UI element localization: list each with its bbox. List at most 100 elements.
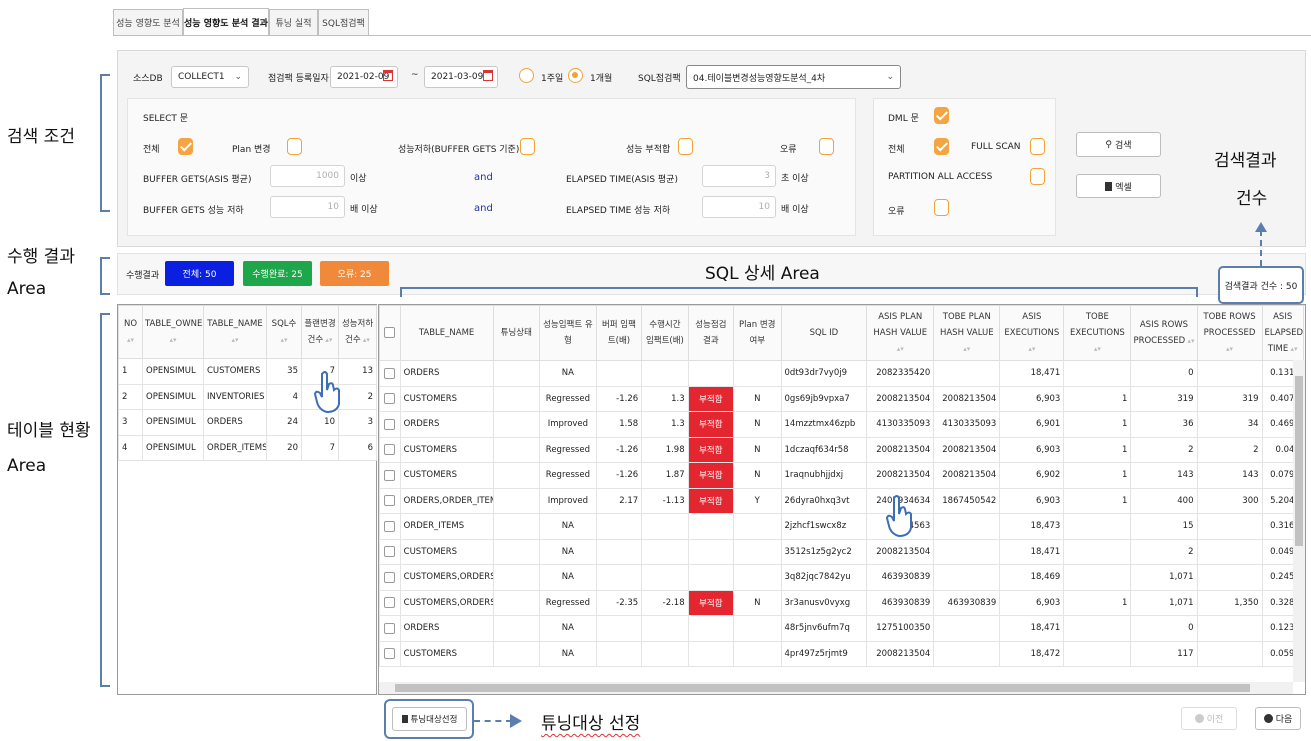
perf-unfit-checkbox[interactable] <box>678 138 693 155</box>
full-scan-checkbox[interactable] <box>1030 138 1045 155</box>
tab-perf-analysis-result[interactable]: 성능 영향도 분석 결과 <box>183 8 269 36</box>
error-count-pill[interactable]: 오류: 25 <box>320 261 389 286</box>
row-checkbox[interactable] <box>379 615 401 642</box>
column-header[interactable]: 성능임팩트 유형 <box>539 305 597 361</box>
column-header[interactable]: ASIS ROWS PROCESSED ▴▾ <box>1130 305 1198 361</box>
dml-error-checkbox[interactable] <box>934 199 949 216</box>
row-checkbox[interactable] <box>379 589 401 616</box>
prev-button[interactable]: 이전 <box>1181 707 1237 730</box>
scrollbar-thumb[interactable] <box>395 684 1250 692</box>
sort-icon[interactable]: ▴▾ <box>1185 337 1194 345</box>
column-header[interactable]: 버퍼 임팩트(배) <box>595 305 643 361</box>
column-header[interactable]: Plan 변경여부 <box>733 305 782 361</box>
sort-icon[interactable]: ▴▾ <box>169 336 176 344</box>
scrollbar-thumb[interactable] <box>1295 376 1303 546</box>
row-checkbox[interactable] <box>379 462 401 489</box>
column-header[interactable]: ASIS PLAN HASH VALUE ▴▾ <box>866 305 935 361</box>
column-header[interactable]: SQL수 ▴▾ <box>266 305 302 359</box>
column-header[interactable]: TABLE_OWNER ▴▾ <box>142 305 204 359</box>
column-header[interactable]: SQL ID <box>780 305 868 361</box>
column-header[interactable]: 성능점검 결과 <box>687 305 735 361</box>
row-checkbox[interactable] <box>379 538 401 565</box>
source-db-select[interactable]: COLLECT1 ⌄ <box>171 66 249 88</box>
row-checkbox[interactable] <box>379 564 401 591</box>
done-count-pill[interactable]: 수행완료: 25 <box>243 261 312 286</box>
table-cell: 3r3anusv0vyxg <box>780 589 868 616</box>
sort-icon[interactable]: ▴▾ <box>323 336 332 344</box>
column-header[interactable]: 수행시간 임팩트(배) <box>641 305 689 361</box>
table-row[interactable]: ORDERS,ORDER_ITEMS Improved 2.17 -1.13 부적합 Y 2… <box>379 487 1305 514</box>
sort-icon[interactable]: ▴▾ <box>963 345 970 353</box>
column-header[interactable]: ASIS ELAPSED TIME ▴▾ <box>1261 305 1304 361</box>
table-row[interactable]: 4 OPENSIMUL ORDER_ITEMS 20 7 6 <box>118 434 377 461</box>
table-row[interactable]: ORDERS NA 48r5jnv6ufm7q 1275100350 18,471 0 0.… <box>379 615 1305 642</box>
partition-checkbox[interactable] <box>1030 168 1045 185</box>
excel-button[interactable]: 엑셀 <box>1076 174 1161 198</box>
column-header[interactable]: 튜닝상태 <box>492 305 541 361</box>
buffer-degrade-input[interactable]: 10 <box>270 196 345 218</box>
table-row[interactable]: CUSTOMERS,ORDERS,OI NA 3q82jqc7842yu463930… <box>379 564 1305 591</box>
select-all-rows-checkbox[interactable] <box>379 305 401 361</box>
table-row[interactable]: CUSTOMERS NA 3512s1z5g2yc2 2008213504 18,471… <box>379 538 1305 565</box>
select-all-checkbox[interactable] <box>178 138 193 155</box>
sort-icon[interactable]: ▴▾ <box>127 336 134 344</box>
buffer-gets-input[interactable]: 1000 <box>270 165 345 187</box>
row-checkbox[interactable] <box>379 360 401 387</box>
column-header[interactable]: TABLE_NAME ▴▾ <box>203 305 267 359</box>
calendar-icon[interactable] <box>383 70 393 81</box>
table-row[interactable]: ORDER_ITEMS NA 2jzhcf1swcx8z 4563 18,473 15 0.… <box>379 513 1305 540</box>
tab-tuning-record[interactable]: 튜닝 실적 <box>269 9 318 35</box>
column-header[interactable]: TABLE_NAME <box>399 305 494 361</box>
dml-checkbox[interactable] <box>934 107 949 124</box>
column-header[interactable]: TOBE PLAN HASH VALUE ▴▾ <box>933 305 1001 361</box>
radio-1week[interactable] <box>519 68 534 83</box>
sort-icon[interactable]: ▴▾ <box>280 336 287 344</box>
sort-icon[interactable]: ▴▾ <box>897 345 904 353</box>
table-row[interactable]: CUSTOMERS,ORDERS,OI Regressed-2.35-2.18부적… <box>379 589 1305 616</box>
horizontal-scrollbar[interactable] <box>379 682 1293 694</box>
row-checkbox[interactable] <box>379 411 401 438</box>
table-cell: 2008213504 <box>866 538 935 565</box>
elapsed-input[interactable]: 3 <box>702 165 776 187</box>
row-checkbox[interactable] <box>379 513 401 540</box>
error-checkbox[interactable] <box>819 138 834 155</box>
row-checkbox[interactable] <box>379 385 401 412</box>
row-checkbox[interactable] <box>379 487 401 514</box>
column-header[interactable]: TOBE ROWS PROCESSED ▴▾ <box>1196 305 1263 361</box>
sort-icon[interactable]: ▴▾ <box>1288 345 1297 353</box>
plan-change-checkbox[interactable] <box>287 138 302 155</box>
radio-1month[interactable] <box>568 68 583 83</box>
sql-pack-select[interactable]: 04.테이블변경성능영향도분석_4차 ⌄ <box>686 65 901 89</box>
table-row[interactable]: ORDERS Improved 1.58 1.3 부적합 N 14mzztmx46zpb 41… <box>379 411 1305 438</box>
table-row[interactable]: CUSTOMERS Regressed -1.26 1.87 부적합 N 1raqnubhj… <box>379 462 1305 489</box>
column-header[interactable]: NO ▴▾ <box>118 305 143 359</box>
tuning-select-button[interactable]: 튜닝대상선정 <box>392 707 467 731</box>
column-header[interactable]: 플랜변경 건수 ▴▾ <box>301 305 339 359</box>
sort-icon[interactable]: ▴▾ <box>1028 345 1035 353</box>
tab-perf-analysis[interactable]: 성능 영향도 분석 <box>113 9 183 35</box>
total-count-pill[interactable]: 전체: 50 <box>165 261 234 286</box>
search-button[interactable]: ⚲ 검색 <box>1076 132 1161 157</box>
tab-sql-pack[interactable]: SQL점검팩 <box>318 9 369 35</box>
column-header[interactable]: TOBE ELAPSED TIME ▴▾ <box>1302 305 1305 361</box>
row-checkbox[interactable] <box>379 640 401 667</box>
column-header[interactable]: TOBE EXECUTIONS ▴▾ <box>1063 305 1132 361</box>
perf-degrade-checkbox[interactable] <box>520 138 535 155</box>
row-checkbox[interactable] <box>379 436 401 463</box>
column-header[interactable]: ASIS EXECUTIONS ▴▾ <box>999 305 1065 361</box>
table-row[interactable]: ORDERS NA 0dt93dr7vy0j9 2082335420 18,471 0 0.… <box>379 360 1305 387</box>
dml-all-checkbox[interactable] <box>934 138 949 155</box>
vertical-scrollbar[interactable] <box>1293 360 1305 682</box>
next-button[interactable]: 다음 <box>1255 707 1301 730</box>
column-header[interactable]: 성능저하 건수 ▴▾ <box>338 305 377 359</box>
sort-icon[interactable]: ▴▾ <box>361 336 370 344</box>
table-row[interactable]: CUSTOMERS NA 4pr497z5rjmt9 2008213504 18,472… <box>379 640 1305 667</box>
sort-icon[interactable]: ▴▾ <box>231 336 238 344</box>
sort-icon[interactable]: ▴▾ <box>1094 345 1101 353</box>
table-cell: 1867450542 <box>933 487 1001 514</box>
table-row[interactable]: CUSTOMERS Regressed -1.26 1.98 부적합 N 1dczaqf63… <box>379 436 1305 463</box>
table-row[interactable]: CUSTOMERS Regressed -1.26 1.3 부적합 N 0gs69jb9vp… <box>379 385 1305 412</box>
elapsed-degrade-input[interactable]: 10 <box>702 196 776 218</box>
calendar-icon[interactable] <box>483 70 493 81</box>
sort-icon[interactable]: ▴▾ <box>1226 345 1233 353</box>
